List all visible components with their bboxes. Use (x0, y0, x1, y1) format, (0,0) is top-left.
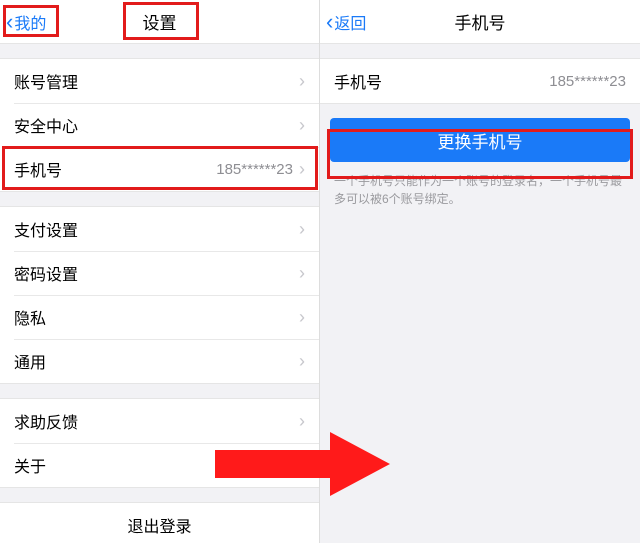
list-group: 求助反馈 › 关于 › (0, 398, 319, 488)
row-label: 通用 (14, 349, 299, 373)
row-phone-display: 手机号 185******23 (320, 59, 640, 103)
chevron-right-icon: › (299, 352, 305, 370)
row-value: 185******23 (549, 73, 626, 90)
chevron-right-icon: › (299, 308, 305, 326)
row-security-center[interactable]: 安全中心 › (0, 103, 319, 147)
row-general[interactable]: 通用 › (0, 339, 319, 383)
row-label: 安全中心 (14, 113, 299, 137)
chevron-right-icon: › (299, 412, 305, 430)
chevron-right-icon: › (299, 72, 305, 90)
row-label: 密码设置 (14, 261, 299, 285)
row-label: 求助反馈 (14, 409, 299, 433)
back-label: 我的 (14, 10, 46, 34)
chevron-right-icon: › (299, 160, 305, 178)
list-group: 手机号 185******23 (320, 58, 640, 104)
back-button[interactable]: ‹ 返回 (326, 0, 366, 44)
chevron-left-icon: ‹ (326, 11, 333, 33)
chevron-right-icon: › (299, 456, 305, 474)
row-help-feedback[interactable]: 求助反馈 › (0, 399, 319, 443)
hint-text: 一个手机号只能作为一个账号的登录名，一个手机号最多可以被6个账号绑定。 (320, 162, 640, 208)
nav-bar: ‹ 返回 手机号 (320, 0, 640, 44)
chevron-right-icon: › (299, 220, 305, 238)
row-value: 185******23 (216, 161, 293, 178)
chevron-left-icon: ‹ (6, 11, 13, 33)
logout-button[interactable]: 退出登录 (0, 503, 319, 543)
row-label: 关于 (14, 453, 299, 477)
nav-bar: ‹ 我的 设置 (0, 0, 319, 44)
list-group: 退出登录 (0, 502, 319, 543)
back-label: 返回 (334, 10, 366, 34)
chevron-right-icon: › (299, 116, 305, 134)
row-label: 支付设置 (14, 217, 299, 241)
settings-screen: ‹ 我的 设置 账号管理 › 安全中心 › 手机号 185******23 › (0, 0, 320, 543)
row-label: 账号管理 (14, 69, 299, 93)
page-title: 手机号 (455, 9, 506, 34)
phone-screen: ‹ 返回 手机号 手机号 185******23 更换手机号 一个手机号只能作为… (320, 0, 640, 543)
row-password-settings[interactable]: 密码设置 › (0, 251, 319, 295)
row-privacy[interactable]: 隐私 › (0, 295, 319, 339)
logout-label: 退出登录 (127, 513, 191, 537)
back-button[interactable]: ‹ 我的 (6, 0, 46, 44)
change-phone-button[interactable]: 更换手机号 (330, 118, 630, 162)
page-title: 设置 (143, 9, 177, 34)
row-account-manage[interactable]: 账号管理 › (0, 59, 319, 103)
chevron-right-icon: › (299, 264, 305, 282)
row-phone-number[interactable]: 手机号 185******23 › (0, 147, 319, 191)
button-label: 更换手机号 (438, 128, 523, 153)
row-label: 手机号 (334, 69, 549, 93)
list-group: 账号管理 › 安全中心 › 手机号 185******23 › (0, 58, 319, 192)
row-payment-settings[interactable]: 支付设置 › (0, 207, 319, 251)
row-label: 隐私 (14, 305, 299, 329)
row-about[interactable]: 关于 › (0, 443, 319, 487)
list-group: 支付设置 › 密码设置 › 隐私 › 通用 › (0, 206, 319, 384)
row-label: 手机号 (14, 157, 216, 181)
